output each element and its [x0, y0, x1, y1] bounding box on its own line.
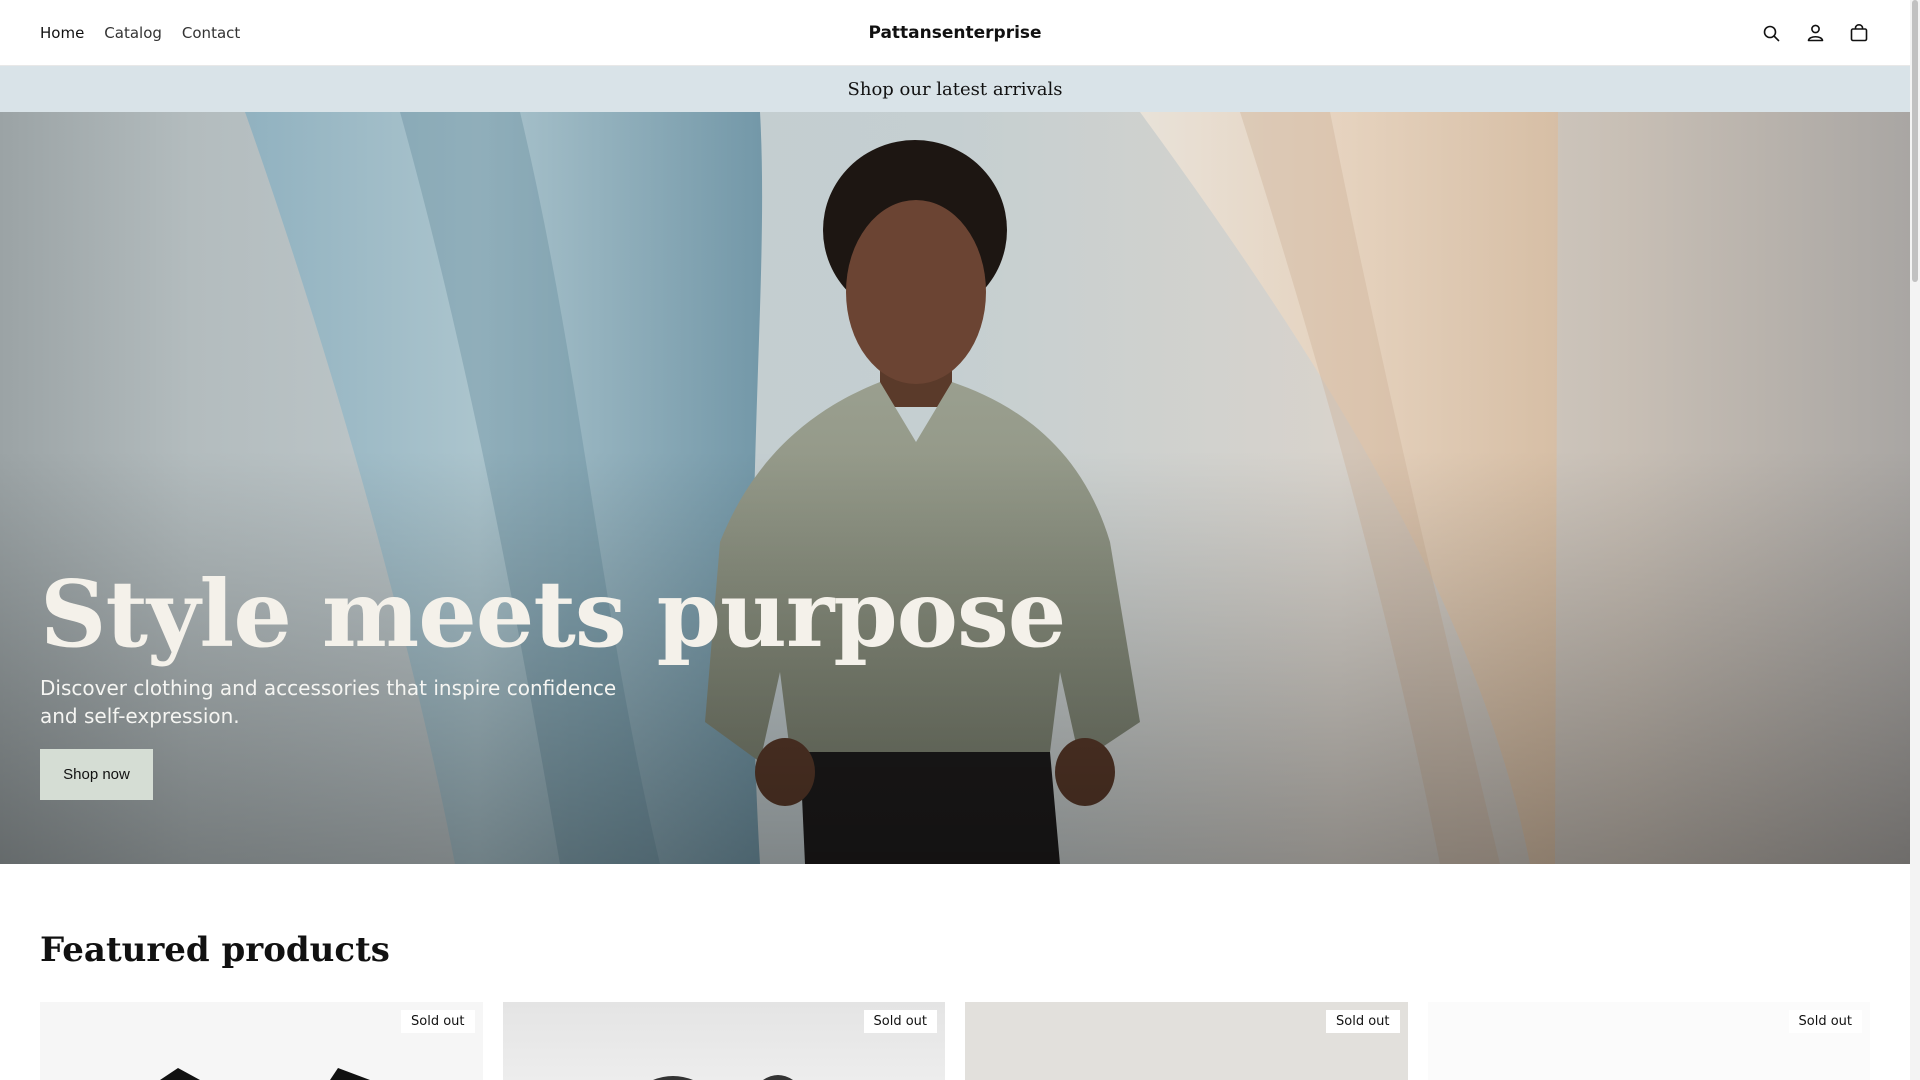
main-nav: Home Catalog Contact: [40, 0, 240, 66]
hero-banner: Style meets purpose Discover clothing an…: [0, 112, 1910, 864]
header-icons: [1762, 0, 1868, 66]
product-card[interactable]: Sold out: [40, 1002, 483, 1080]
product-card[interactable]: Sold out: [502, 1002, 945, 1080]
shop-now-button[interactable]: Shop now: [40, 749, 153, 800]
account-icon[interactable]: [1806, 24, 1824, 42]
hero-subtitle: Discover clothing and accessories that i…: [40, 676, 617, 728]
cart-icon[interactable]: [1850, 24, 1868, 42]
brand-logo-text[interactable]: Pattansenterprise: [868, 23, 1041, 43]
nav-catalog-link[interactable]: Catalog: [104, 24, 162, 42]
sold-out-badge: Sold out: [1788, 1010, 1862, 1033]
announcement-bar[interactable]: Shop our latest arrivals: [0, 66, 1910, 112]
page-scrollbar[interactable]: [1910, 0, 1920, 1080]
product-card[interactable]: Sold out: [1427, 1002, 1870, 1080]
search-icon[interactable]: [1762, 24, 1780, 42]
sold-out-badge: Sold out: [863, 1010, 937, 1033]
nav-home-link[interactable]: Home: [40, 24, 84, 42]
product-grid: Sold out Sold out Sold out Sold out: [40, 1002, 1870, 1080]
sold-out-badge: Sold out: [1326, 1010, 1400, 1033]
sold-out-badge: Sold out: [401, 1010, 475, 1033]
announcement-text: Shop our latest arrivals: [847, 78, 1063, 100]
hero-image: [0, 112, 1910, 864]
site-header: Home Catalog Contact Pattansenterprise: [0, 0, 1910, 66]
featured-products-title: Featured products: [40, 930, 390, 970]
nav-contact-link[interactable]: Contact: [182, 24, 240, 42]
hero-title: Style meets purpose: [40, 560, 1066, 668]
scrollbar-thumb[interactable]: [1912, 0, 1918, 282]
brand-wrapper: Pattansenterprise: [0, 0, 1910, 66]
product-card[interactable]: Sold out: [965, 1002, 1408, 1080]
